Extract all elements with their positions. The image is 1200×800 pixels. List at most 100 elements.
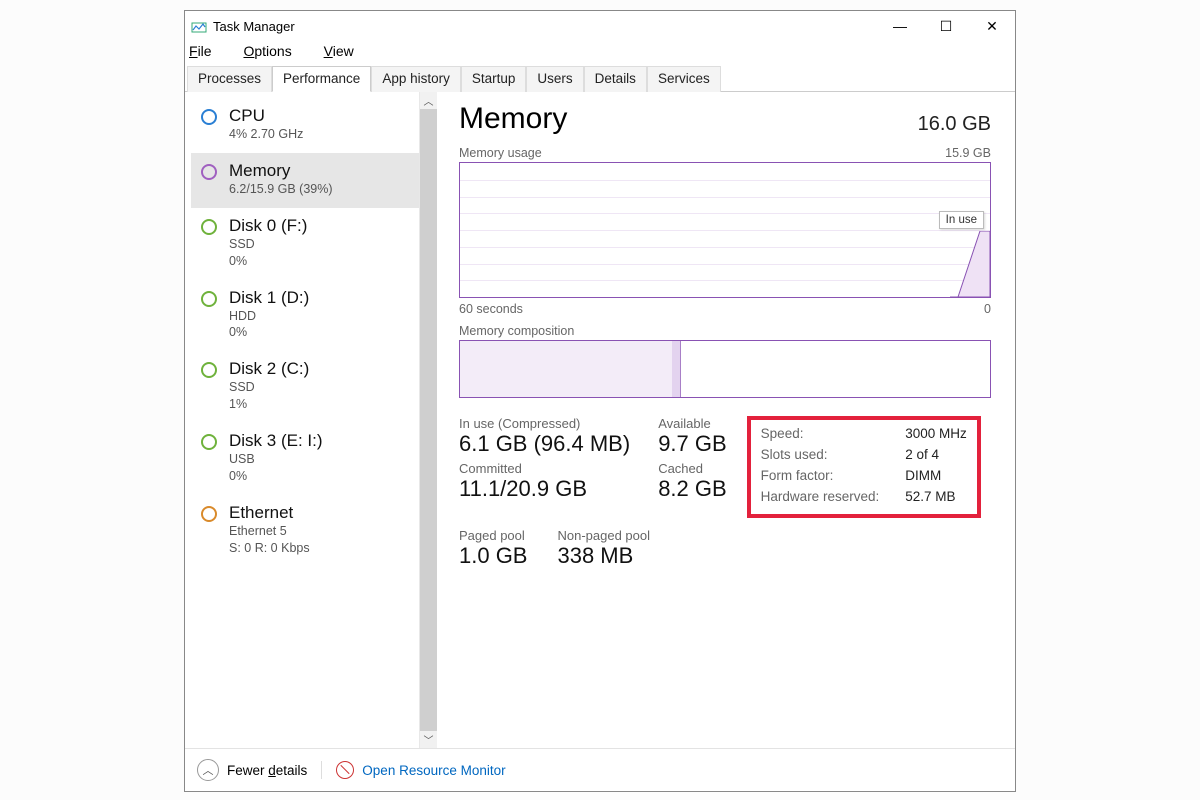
tab-processes[interactable]: Processes <box>187 66 272 92</box>
open-resource-monitor-link[interactable]: Open Resource Monitor <box>362 763 505 778</box>
composition-inuse-segment <box>460 341 673 397</box>
formfactor-value: DIMM <box>905 468 967 483</box>
scroll-thumb[interactable] <box>420 109 437 731</box>
maximize-button[interactable]: ☐ <box>923 11 969 41</box>
nonpaged-value: 338 MB <box>557 543 650 569</box>
sidebar-item-title: Memory <box>229 161 333 181</box>
sidebar-item-title: Disk 1 (D:) <box>229 288 309 308</box>
in-use-tooltip: In use <box>939 211 984 229</box>
inuse-value: 6.1 GB (96.4 MB) <box>459 431 630 457</box>
sidebar-scrollbar[interactable]: ︿ ﹀ <box>419 92 437 748</box>
page-title: Memory <box>459 102 567 136</box>
sidebar-item-line2: 0% <box>229 468 323 485</box>
minimize-button[interactable]: — <box>877 11 923 41</box>
sidebar-item-memory[interactable]: Memory6.2/15.9 GB (39%) <box>191 153 419 208</box>
sidebar-item-line2: 0% <box>229 324 309 341</box>
menu-options[interactable]: Options <box>243 43 305 59</box>
stats-row-3: Paged pool 1.0 GB Non-paged pool 338 MB <box>459 528 991 569</box>
sidebar-item-line2: S: 0 R: 0 Kbps <box>229 540 310 557</box>
tab-services[interactable]: Services <box>647 66 721 92</box>
main-panel: Memory 16.0 GB Memory usage 15.9 GB In u… <box>437 92 1015 748</box>
tab-app-history[interactable]: App history <box>371 66 461 92</box>
cached-label: Cached <box>658 461 726 476</box>
green-ring-icon <box>201 434 217 450</box>
slots-label: Slots used: <box>761 447 880 462</box>
nonpaged-label: Non-paged pool <box>557 528 650 543</box>
axis-left: 60 seconds <box>459 302 523 316</box>
speed-label: Speed: <box>761 426 880 441</box>
sidebar-item-disk-2-c-[interactable]: Disk 2 (C:)SSD1% <box>191 351 419 423</box>
sidebar-item-line1: HDD <box>229 308 309 325</box>
blue-ring-icon <box>201 109 217 125</box>
body: CPU4% 2.70 GHzMemory6.2/15.9 GB (39%)Dis… <box>185 92 1015 748</box>
close-button[interactable]: ✕ <box>969 11 1015 41</box>
orange-ring-icon <box>201 506 217 522</box>
speed-value: 3000 MHz <box>905 426 967 441</box>
composition-label: Memory composition <box>459 324 991 338</box>
sidebar: CPU4% 2.70 GHzMemory6.2/15.9 GB (39%)Dis… <box>185 92 419 748</box>
paged-label: Paged pool <box>459 528 527 543</box>
sidebar-item-line1: Ethernet 5 <box>229 523 310 540</box>
committed-label: Committed <box>459 461 630 476</box>
composition-modified-segment <box>672 341 681 397</box>
sidebar-item-disk-1-d-[interactable]: Disk 1 (D:)HDD0% <box>191 280 419 352</box>
green-ring-icon <box>201 291 217 307</box>
usage-chart-max: 15.9 GB <box>945 146 991 160</box>
memory-details-box: Speed: 3000 MHz Slots used: 2 of 4 Form … <box>747 416 981 518</box>
inuse-label: In use (Compressed) <box>459 416 630 431</box>
sidebar-item-title: Ethernet <box>229 503 310 523</box>
footer-divider <box>321 761 322 779</box>
stats-area: In use (Compressed) 6.1 GB (96.4 MB) Ava… <box>459 416 991 518</box>
resource-monitor-icon <box>336 761 354 779</box>
formfactor-label: Form factor: <box>761 468 880 483</box>
task-manager-window: Task Manager — ☐ ✕ File Options View Pro… <box>184 10 1016 792</box>
scroll-down-icon[interactable]: ﹀ <box>420 731 437 748</box>
hwreserved-value: 52.7 MB <box>905 489 967 504</box>
purple-ring-icon <box>201 164 217 180</box>
axis-right: 0 <box>984 302 991 316</box>
menubar: File Options View <box>185 41 1015 65</box>
available-label: Available <box>658 416 726 431</box>
paged-value: 1.0 GB <box>459 543 527 569</box>
sidebar-item-line1: SSD <box>229 236 307 253</box>
sidebar-item-ethernet[interactable]: EthernetEthernet 5S: 0 R: 0 Kbps <box>191 495 419 567</box>
sidebar-item-line1: 4% 2.70 GHz <box>229 126 303 143</box>
fewer-details-link[interactable]: Fewer details <box>227 763 307 778</box>
sidebar-item-title: Disk 0 (F:) <box>229 216 307 236</box>
window-title: Task Manager <box>213 19 295 34</box>
tab-strip: ProcessesPerformanceApp historyStartupUs… <box>185 65 1015 92</box>
memory-usage-chart[interactable]: In use <box>459 162 991 298</box>
sidebar-item-line1: USB <box>229 451 323 468</box>
sidebar-item-title: Disk 3 (E: I:) <box>229 431 323 451</box>
memory-total: 16.0 GB <box>918 113 991 136</box>
green-ring-icon <box>201 362 217 378</box>
app-icon <box>191 18 207 34</box>
memory-composition-chart[interactable] <box>459 340 991 398</box>
tab-details[interactable]: Details <box>584 66 647 92</box>
tab-performance[interactable]: Performance <box>272 66 371 92</box>
usage-chart-label: Memory usage <box>459 146 542 160</box>
footer: ︿ Fewer details Open Resource Monitor <box>185 748 1015 791</box>
menu-view[interactable]: View <box>324 43 368 59</box>
tab-startup[interactable]: Startup <box>461 66 527 92</box>
sidebar-item-disk-3-e-i-[interactable]: Disk 3 (E: I:)USB0% <box>191 423 419 495</box>
sidebar-item-title: Disk 2 (C:) <box>229 359 309 379</box>
committed-value: 11.1/20.9 GB <box>459 476 630 502</box>
sidebar-item-title: CPU <box>229 106 303 126</box>
sidebar-wrap: CPU4% 2.70 GHzMemory6.2/15.9 GB (39%)Dis… <box>185 92 437 748</box>
slots-value: 2 of 4 <box>905 447 967 462</box>
tab-users[interactable]: Users <box>526 66 583 92</box>
chevron-up-icon[interactable]: ︿ <box>197 759 219 781</box>
green-ring-icon <box>201 219 217 235</box>
menu-file[interactable]: File <box>189 43 226 59</box>
hwreserved-label: Hardware reserved: <box>761 489 880 504</box>
scroll-up-icon[interactable]: ︿ <box>420 92 437 109</box>
sidebar-item-disk-0-f-[interactable]: Disk 0 (F:)SSD0% <box>191 208 419 280</box>
titlebar[interactable]: Task Manager — ☐ ✕ <box>185 11 1015 41</box>
sidebar-item-line2: 1% <box>229 396 309 413</box>
cached-value: 8.2 GB <box>658 476 726 502</box>
sidebar-item-cpu[interactable]: CPU4% 2.70 GHz <box>191 98 419 153</box>
stats-grid: In use (Compressed) 6.1 GB (96.4 MB) Ava… <box>459 416 727 502</box>
sidebar-item-line1: SSD <box>229 379 309 396</box>
available-value: 9.7 GB <box>658 431 726 457</box>
